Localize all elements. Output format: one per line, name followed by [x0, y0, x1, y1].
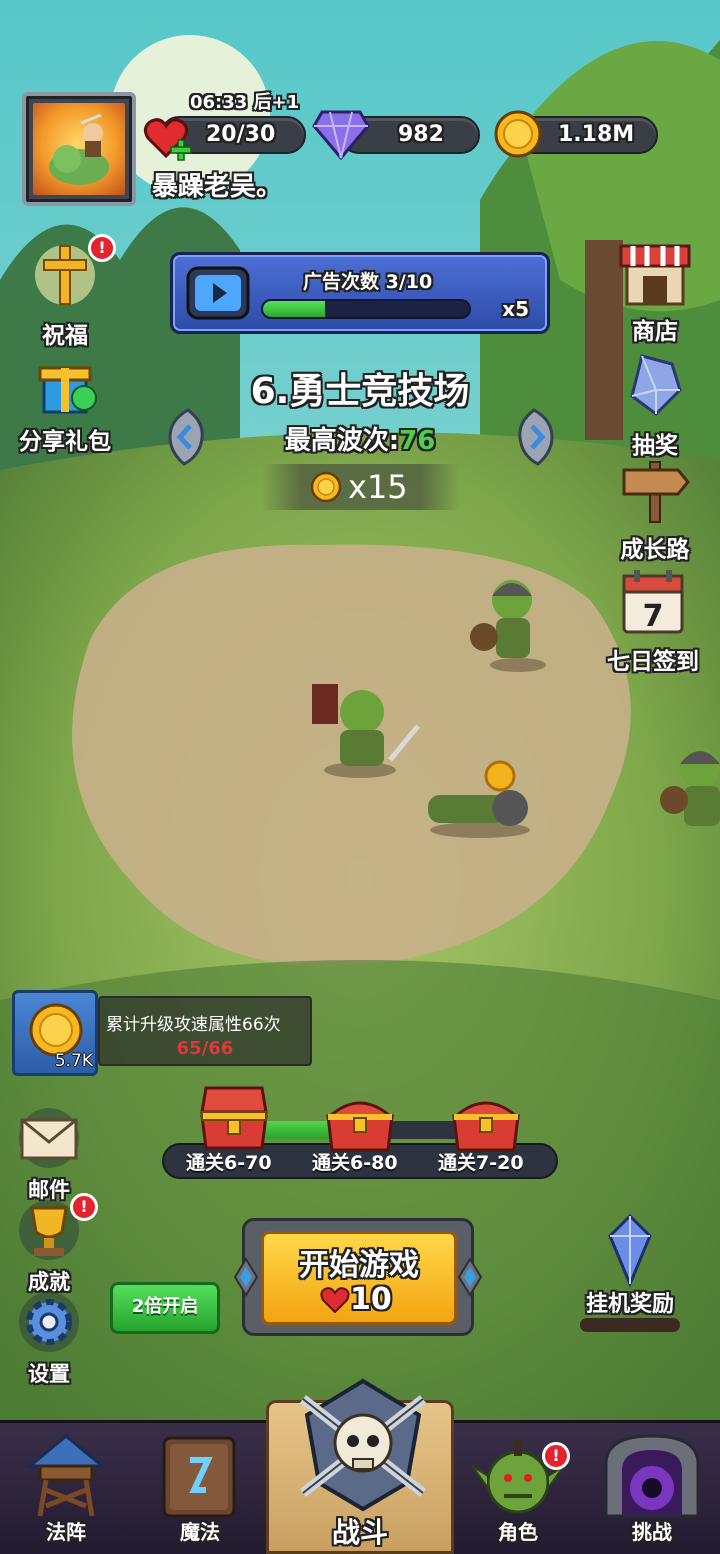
- treasure-chest-open-icon[interactable]: [196, 1082, 272, 1152]
- bless-alert-badge: !: [88, 234, 116, 262]
- tab-magic[interactable]: 魔法: [140, 1430, 260, 1550]
- shop-icon: [619, 244, 691, 306]
- ad-reward-panel[interactable]: 广告次数 3/10 x5: [170, 252, 550, 334]
- idle-crystal-icon[interactable]: [600, 1212, 660, 1288]
- quest-reward-icon[interactable]: 5.7K: [12, 990, 98, 1076]
- double-speed-button[interactable]: 2倍开启: [110, 1282, 220, 1334]
- gem-value: 982: [398, 122, 444, 147]
- quest-panel[interactable]: 累计升级攻速属性66次 65/66: [98, 996, 312, 1066]
- tab-battle[interactable]: 战斗: [266, 1378, 454, 1554]
- settings-button[interactable]: 设置: [0, 1292, 104, 1388]
- best-wave: 最高波次:76: [0, 420, 720, 457]
- signpost-icon: [622, 461, 690, 523]
- chest-milestone-label: 通关6-80: [312, 1152, 398, 1174]
- quest-progress: 65/66: [176, 1038, 234, 1059]
- start-game-label: 开始游戏: [299, 1248, 419, 1283]
- tab-challenge-label: 挑战: [632, 1520, 672, 1544]
- chest-milestone-label: 通关7-20: [438, 1152, 524, 1174]
- quest-reward-amount: 5.7K: [54, 1051, 93, 1071]
- player-name: 暴躁老吴。: [152, 172, 283, 202]
- portal-gate-icon: [604, 1434, 700, 1518]
- idle-reward-bar: [580, 1318, 680, 1332]
- stage-title: 6.勇士竞技场: [250, 371, 470, 412]
- shop-label: 商店: [632, 319, 678, 345]
- tab-character-label: 角色: [498, 1520, 538, 1544]
- tab-magic-label: 魔法: [180, 1520, 220, 1544]
- tab-formation-label: 法阵: [46, 1520, 86, 1544]
- ad-progress-bar: [261, 299, 471, 319]
- diamond-ornament-icon: [233, 1257, 259, 1297]
- seven-day-checkin-button[interactable]: 7 七日签到: [598, 566, 708, 676]
- diamond-icon: [312, 110, 370, 160]
- quest-title: 累计升级攻速属性66次: [106, 1015, 281, 1035]
- coin-value: 1.18M: [558, 122, 635, 147]
- gear-icon: [19, 1292, 79, 1352]
- coin-icon: [310, 471, 342, 503]
- achievement-alert-badge: !: [70, 1193, 98, 1221]
- energy-timer: 06:33 后+1: [190, 92, 300, 113]
- dragon-rider-portrait: [49, 113, 109, 185]
- settings-label: 设置: [28, 1362, 70, 1386]
- tab-challenge[interactable]: 挑战: [592, 1430, 712, 1550]
- ad-count-label: 广告次数 3/10: [303, 271, 433, 293]
- seven-day-checkin-label: 七日签到: [607, 649, 699, 675]
- best-wave-value: 76: [399, 426, 436, 456]
- energy-value: 20/30: [206, 122, 276, 147]
- bless-label: 祝福: [42, 323, 88, 349]
- spellbook-icon: [162, 1436, 236, 1518]
- player-avatar[interactable]: [22, 92, 136, 206]
- envelope-icon: [19, 1108, 79, 1168]
- shop-button[interactable]: 商店: [600, 242, 710, 346]
- treasure-chest-icon[interactable]: [448, 1092, 524, 1154]
- growth-path-label: 成长路: [620, 537, 690, 563]
- ad-multiplier: x5: [502, 297, 529, 321]
- idle-reward-label[interactable]: 挂机奖励: [570, 1286, 690, 1318]
- character-alert-badge: !: [542, 1442, 570, 1470]
- heart-icon: [320, 1287, 350, 1314]
- play-video-icon: [186, 266, 250, 320]
- heart-icon: [143, 118, 192, 161]
- coin-icon: [494, 110, 542, 158]
- start-game-button[interactable]: 开始游戏 10: [233, 1218, 483, 1336]
- tab-formation[interactable]: 法阵: [6, 1430, 126, 1550]
- mail-button[interactable]: 邮件: [0, 1108, 104, 1204]
- next-stage-arrow[interactable]: [516, 408, 556, 466]
- stage-reward: x15: [262, 464, 460, 510]
- treasure-chest-icon[interactable]: [322, 1092, 398, 1154]
- calendar-day-number: 7: [643, 599, 664, 634]
- skull-crossed-swords-icon: [299, 1378, 427, 1512]
- ad-progress-fill: [263, 301, 325, 317]
- chest-milestone-label: 通关6-70: [186, 1152, 272, 1174]
- stage-reward-amount: x15: [348, 468, 408, 506]
- growth-path-button[interactable]: 成长路: [600, 458, 710, 564]
- tab-battle-label: 战斗: [331, 1516, 388, 1549]
- previous-stage-arrow[interactable]: [166, 408, 206, 466]
- start-game-cost: 10: [350, 1282, 392, 1317]
- diamond-ornament-icon: [457, 1257, 483, 1297]
- watchtower-icon: [25, 1434, 107, 1517]
- best-wave-label: 最高波次:: [284, 426, 400, 456]
- calendar-icon: 7: [622, 570, 684, 634]
